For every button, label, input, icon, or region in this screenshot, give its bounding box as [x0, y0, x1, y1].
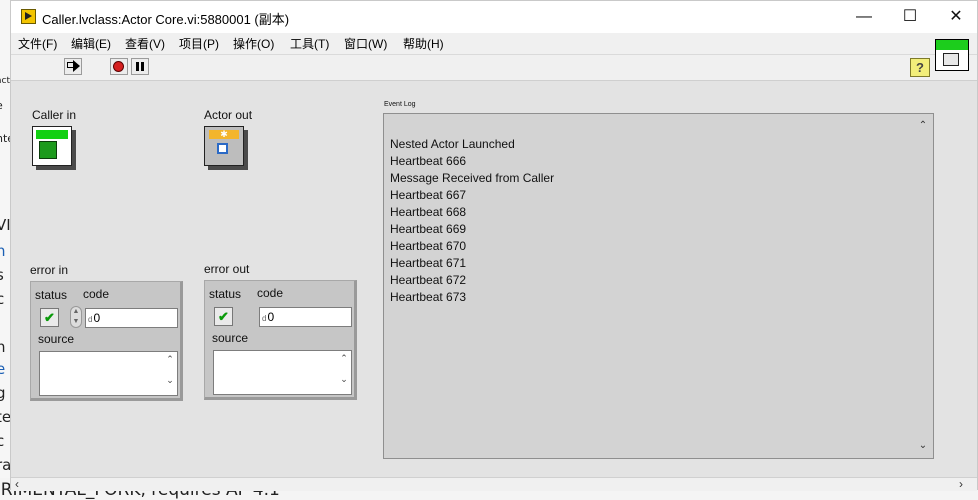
caller-class-banner [36, 130, 68, 139]
log-line: Message Received from Caller [390, 171, 555, 185]
status-label: status [35, 288, 68, 302]
event-log-textbox[interactable]: Nested Actor Launched Heartbeat 666 Mess… [383, 113, 934, 459]
log-line: Heartbeat 671 [390, 256, 467, 270]
bg-fragment: n [0, 338, 6, 356]
stop-icon [113, 61, 124, 72]
abort-button[interactable] [110, 58, 128, 75]
menu-operate[interactable]: 操作(O) [233, 35, 274, 52]
source-scrollbar[interactable]: ⌃ ⌄ [339, 353, 349, 392]
code-label: code [83, 287, 110, 301]
log-line: Heartbeat 669 [390, 222, 467, 236]
bg-fragment: g [0, 384, 6, 402]
source-scrollbar[interactable]: ⌃ ⌄ [165, 354, 175, 393]
menu-edit[interactable]: 编辑(E) [71, 35, 111, 52]
context-help-button[interactable]: ? [910, 58, 930, 77]
3d-shadow [36, 166, 76, 170]
code-output: d0 [259, 307, 352, 327]
menu-window[interactable]: 窗口(W) [344, 35, 387, 52]
event-log-lines: Nested Actor Launched Heartbeat 666 Mess… [390, 136, 554, 306]
bg-fragment: e [0, 360, 6, 378]
bg-fragment: c [0, 432, 5, 450]
actor-out-indicator[interactable]: ✱ [204, 126, 248, 170]
close-button[interactable]: ✕ [933, 1, 978, 33]
log-line: Nested Actor Launched [390, 137, 515, 151]
code-input[interactable]: d0 [85, 308, 178, 328]
log-line: Heartbeat 673 [390, 290, 467, 304]
toolbar [11, 55, 977, 81]
caller-in-label: Caller in [32, 108, 77, 122]
bg-fragment: act [0, 76, 10, 86]
horizontal-scrollbar[interactable]: ‹ › [11, 477, 977, 491]
pause-button[interactable] [131, 58, 149, 75]
labview-app-icon [21, 9, 36, 24]
green-cube-icon [39, 141, 57, 159]
source-textbox[interactable]: ⌃ ⌄ [39, 351, 178, 396]
caller-in-control[interactable] [32, 126, 76, 170]
scroll-up-icon[interactable]: ⌃ [916, 119, 930, 133]
menu-tools[interactable]: 工具(T) [290, 35, 329, 52]
source-label: source [212, 331, 249, 345]
event-log-label: Event Log [384, 101, 416, 108]
menu-help[interactable]: 帮助(H) [403, 35, 444, 52]
run-button[interactable] [64, 58, 82, 75]
log-line: Heartbeat 668 [390, 205, 467, 219]
checkmark-icon: ✔ [218, 309, 229, 324]
bg-fragment: n [0, 242, 6, 260]
error-in-cluster: status code ✔ ▲ ▼ d0 source ⌃ ⌄ [30, 281, 183, 401]
code-value: 0 [267, 310, 275, 324]
event-log-scrollbar[interactable]: ⌃ ⌄ [916, 117, 930, 455]
vi-icon-banner [936, 40, 968, 50]
pause-icon [136, 62, 139, 71]
actor-gear-banner-icon: ✱ [209, 130, 239, 139]
scroll-right-icon[interactable]: › [959, 477, 963, 491]
vi-icon-gear-icon [943, 53, 959, 66]
log-line: Heartbeat 672 [390, 273, 467, 287]
maximize-button[interactable]: ☐ [887, 1, 933, 33]
3d-shadow [208, 166, 248, 170]
code-value: 0 [93, 311, 101, 325]
scroll-down-icon[interactable]: ⌄ [916, 439, 930, 453]
status-checkbox[interactable]: ✔ [40, 308, 59, 327]
actor-out-face: ✱ [204, 126, 244, 166]
menu-bar: 文件(F) 编辑(E) 查看(V) 项目(P) 操作(O) 工具(T) 窗口(W… [11, 33, 977, 55]
3d-shadow [244, 130, 248, 170]
bg-fragment: c [0, 290, 5, 308]
3d-shadow [72, 130, 76, 170]
minimize-button[interactable]: — [841, 1, 887, 33]
pause-icon [141, 62, 144, 71]
actor-cube-icon [217, 143, 228, 154]
radix-indicator: d [88, 315, 93, 324]
vi-front-panel-window: Caller.lvclass:Actor Core.vi:5880001 (副本… [10, 0, 978, 491]
error-out-label: error out [204, 262, 250, 276]
error-out-cluster: status code ✔ d0 source ⌃ ⌄ [204, 280, 357, 400]
menu-file[interactable]: 文件(F) [18, 35, 57, 52]
source-label: source [38, 332, 75, 346]
error-in-label: error in [30, 263, 69, 277]
log-line: Heartbeat 666 [390, 154, 467, 168]
caller-in-face [32, 126, 72, 166]
radix-indicator: d [262, 314, 267, 323]
log-line: Heartbeat 670 [390, 239, 467, 253]
menu-project[interactable]: 项目(P) [179, 35, 219, 52]
source-textbox[interactable]: ⌃ ⌄ [213, 350, 352, 395]
scroll-left-icon[interactable]: ‹ [15, 477, 19, 491]
status-label: status [209, 287, 242, 301]
menu-view[interactable]: 查看(V) [125, 35, 165, 52]
actor-out-label: Actor out [204, 108, 253, 122]
bg-fragment: e [0, 99, 3, 112]
vi-icon [935, 39, 969, 71]
status-led: ✔ [214, 307, 233, 326]
bg-fragment: s [0, 266, 4, 284]
window-title: Caller.lvclass:Actor Core.vi:5880001 (副本… [42, 12, 290, 27]
code-increment-spinner[interactable]: ▲ ▼ [70, 306, 82, 328]
log-line: Heartbeat 667 [390, 188, 467, 202]
checkmark-icon: ✔ [44, 310, 55, 325]
run-arrowhead-icon [73, 60, 80, 72]
code-label: code [257, 286, 284, 300]
title-bar: Caller.lvclass:Actor Core.vi:5880001 (副本… [11, 1, 977, 33]
